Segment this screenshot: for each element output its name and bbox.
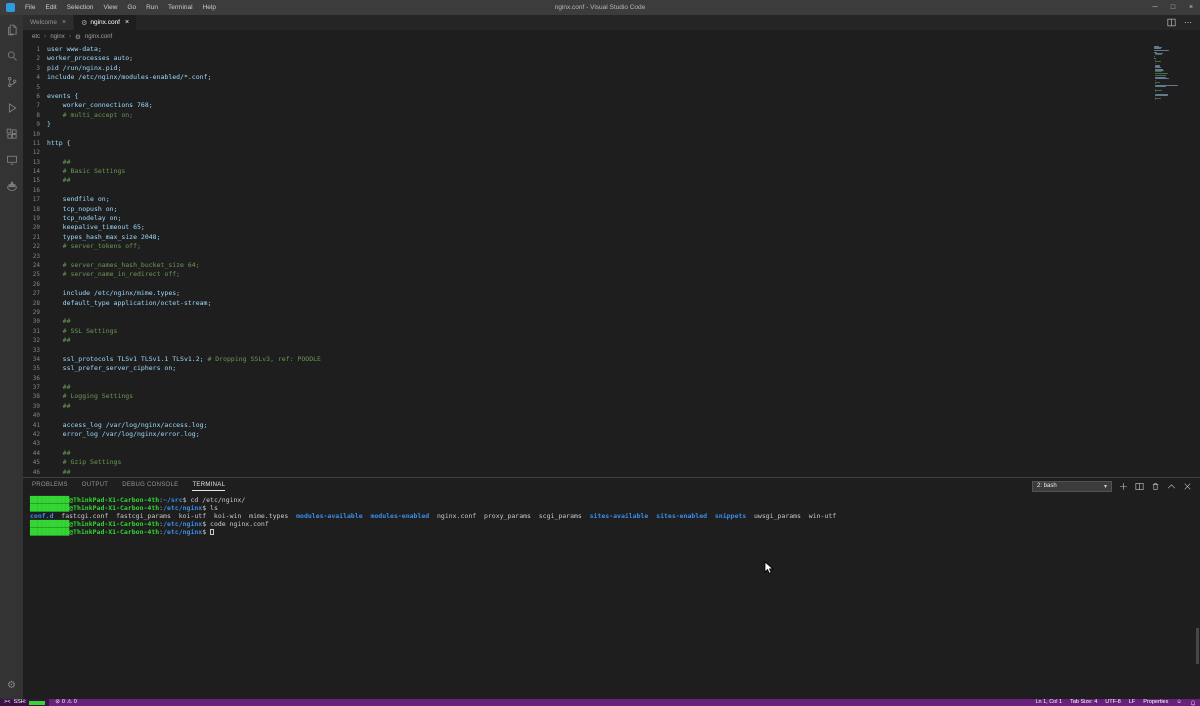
gear-file-icon: ⚙ — [75, 33, 81, 41]
menu-file[interactable]: File — [20, 0, 40, 15]
more-actions-icon[interactable]: ⋯ — [1184, 18, 1192, 27]
split-terminal-icon[interactable] — [1135, 482, 1144, 491]
close-tab-icon[interactable]: × — [62, 19, 66, 26]
cursor-position[interactable]: Ln 1, Col 1 — [1035, 699, 1062, 706]
minimap-content — [1152, 43, 1200, 101]
feedback-smiley-icon[interactable]: ☺ — [1176, 699, 1182, 706]
breadcrumb-separator: › — [44, 33, 47, 40]
tab-label: Welcome — [30, 19, 57, 26]
panel-header: PROBLEMS OUTPUT DEBUG CONSOLE TERMINAL 2… — [23, 478, 1200, 494]
errors-count: 0 — [61, 699, 65, 705]
tab-output[interactable]: OUTPUT — [82, 482, 108, 491]
vscode-window: File Edit Selection View Go Run Terminal… — [0, 0, 1200, 706]
maximize-panel-icon[interactable] — [1167, 482, 1176, 491]
source-control-icon[interactable] — [5, 75, 18, 88]
title-bar: File Edit Selection View Go Run Terminal… — [0, 0, 1200, 15]
editor-gutter: 1 2 3 4 5 6 7 8 9 10 11 12 13 14 15 16 17 18 19 20 21 22 23 24 2… — [32, 46, 40, 476]
minimize-button[interactable]: ─ — [1146, 0, 1164, 15]
search-icon[interactable] — [5, 49, 18, 62]
editor-code[interactable]: user www-data; worker_processes auto; pid … — [47, 45, 1200, 477]
kill-terminal-icon[interactable] — [1151, 482, 1160, 491]
shell-selector-value: 2: bash — [1037, 483, 1057, 489]
tab-terminal[interactable]: TERMINAL — [192, 482, 226, 491]
warnings-count: 0 — [73, 699, 77, 705]
workbench: ⚙ Welcome × ⚙ nginx.conf × ⋯ etc › nginx… — [0, 15, 1200, 699]
editor-and-panel: Welcome × ⚙ nginx.conf × ⋯ etc › nginx ›… — [23, 15, 1200, 699]
errors-icon: ⊘ — [55, 699, 60, 705]
panel-actions: 2: bash ▾ — [1032, 480, 1192, 492]
extensions-icon[interactable] — [5, 127, 18, 140]
notifications-bell-icon[interactable] — [1190, 700, 1196, 706]
menu-selection[interactable]: Selection — [62, 0, 99, 15]
run-debug-icon[interactable] — [5, 101, 18, 114]
editor-actions: ⋯ — [1167, 15, 1200, 30]
tab-debug-console[interactable]: DEBUG CONSOLE — [122, 482, 178, 491]
menu-view[interactable]: View — [98, 0, 122, 15]
menu-bar: File Edit Selection View Go Run Terminal… — [20, 0, 221, 15]
close-tab-icon[interactable]: × — [125, 19, 129, 26]
status-bar: >< SSH: ⊘ 0 ⚠ 0 Ln 1, Col 1 Tab Size: 4 … — [0, 699, 1200, 706]
encoding-status[interactable]: UTF-8 — [1105, 699, 1121, 706]
split-editor-icon[interactable] — [1167, 18, 1176, 27]
tab-nginx-conf[interactable]: ⚙ nginx.conf × — [74, 15, 138, 30]
redacted-hostname — [29, 700, 46, 705]
maximize-button[interactable]: □ — [1164, 0, 1182, 15]
new-terminal-icon[interactable] — [1119, 482, 1128, 491]
problems-status[interactable]: ⊘ 0 ⚠ 0 — [55, 699, 77, 706]
gear-file-icon: ⚙ — [81, 19, 88, 27]
remote-indicator[interactable]: >< SSH: — [0, 699, 50, 706]
menu-run[interactable]: Run — [141, 0, 163, 15]
indentation-status[interactable]: Tab Size: 4 — [1070, 699, 1097, 706]
close-button[interactable]: × — [1182, 0, 1200, 15]
tab-problems[interactable]: PROBLEMS — [32, 482, 68, 491]
tab-welcome[interactable]: Welcome × — [23, 15, 75, 30]
activity-bar: ⚙ — [0, 15, 23, 699]
menu-terminal[interactable]: Terminal — [163, 0, 198, 15]
settings-gear-icon[interactable]: ⚙ — [7, 680, 16, 691]
close-panel-icon[interactable] — [1183, 482, 1192, 491]
panel: PROBLEMS OUTPUT DEBUG CONSOLE TERMINAL 2… — [23, 477, 1200, 699]
breadcrumb-nginx[interactable]: nginx — [50, 34, 64, 40]
docker-icon[interactable] — [5, 179, 18, 192]
remote-label: SSH: — [13, 699, 27, 705]
breadcrumb-etc[interactable]: etc — [32, 34, 40, 40]
terminal-shell-selector[interactable]: 2: bash ▾ — [1032, 480, 1112, 492]
chevron-down-icon: ▾ — [1103, 483, 1107, 490]
eol-status[interactable]: LF — [1129, 699, 1135, 706]
menu-go[interactable]: Go — [122, 0, 141, 15]
window-controls: ─ □ × — [1146, 0, 1200, 15]
editor-group: Welcome × ⚙ nginx.conf × ⋯ etc › nginx ›… — [23, 15, 1200, 477]
warnings-icon: ⚠ — [66, 699, 72, 705]
remote-icon: >< — [4, 699, 11, 705]
language-mode[interactable]: Properties — [1143, 699, 1168, 706]
panel-tabs: PROBLEMS OUTPUT DEBUG CONSOLE TERMINAL — [32, 482, 226, 491]
scrollbar-thumb[interactable] — [1196, 628, 1199, 664]
terminal-cursor — [210, 528, 214, 535]
remote-explorer-icon[interactable] — [5, 153, 18, 166]
explorer-icon[interactable] — [5, 23, 18, 36]
breadcrumb-separator: › — [68, 33, 72, 40]
menu-help[interactable]: Help — [198, 0, 221, 15]
breadcrumb-nginx-conf[interactable]: nginx.conf — [85, 34, 112, 40]
tab-label: nginx.conf — [90, 19, 120, 26]
breadcrumb: etc › nginx › ⚙ nginx.conf — [23, 30, 1200, 43]
terminal-content[interactable]: ██████████@ThinkPad-X1-Carbon-4th:~/src$… — [23, 494, 1200, 536]
editor[interactable]: 1 2 3 4 5 6 7 8 9 10 11 12 13 14 15 16 17 18 19 20 21 22 23 24 2… — [23, 43, 1200, 477]
tab-bar: Welcome × ⚙ nginx.conf × ⋯ — [23, 15, 1200, 30]
menu-edit[interactable]: Edit — [40, 0, 61, 15]
minimap[interactable] — [1152, 43, 1200, 477]
